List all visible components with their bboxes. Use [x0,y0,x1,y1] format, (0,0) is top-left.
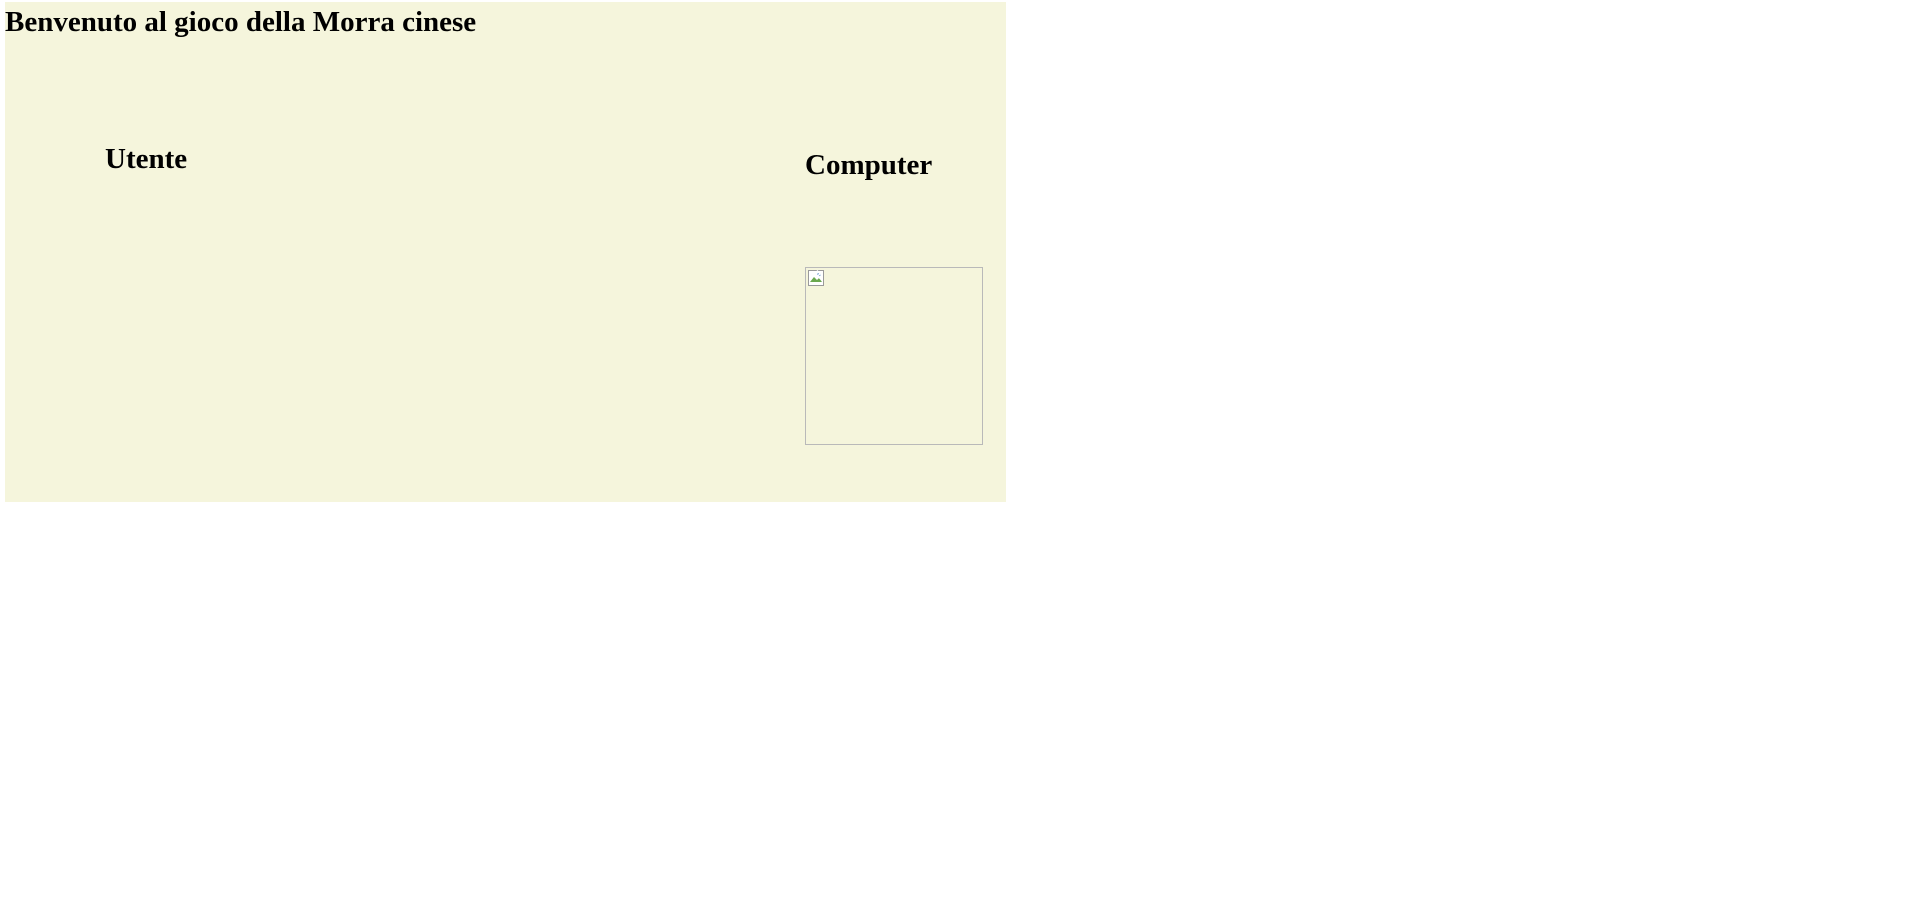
player-heading: Utente [105,143,188,175]
computer-heading: Computer [805,149,933,181]
computer-choice-image [805,267,983,445]
page-title: Benvenuto al gioco della Morra cinese [5,6,477,38]
broken-image-icon [808,270,824,286]
game-panel: Benvenuto al gioco della Morra cinese Ut… [5,2,1006,502]
